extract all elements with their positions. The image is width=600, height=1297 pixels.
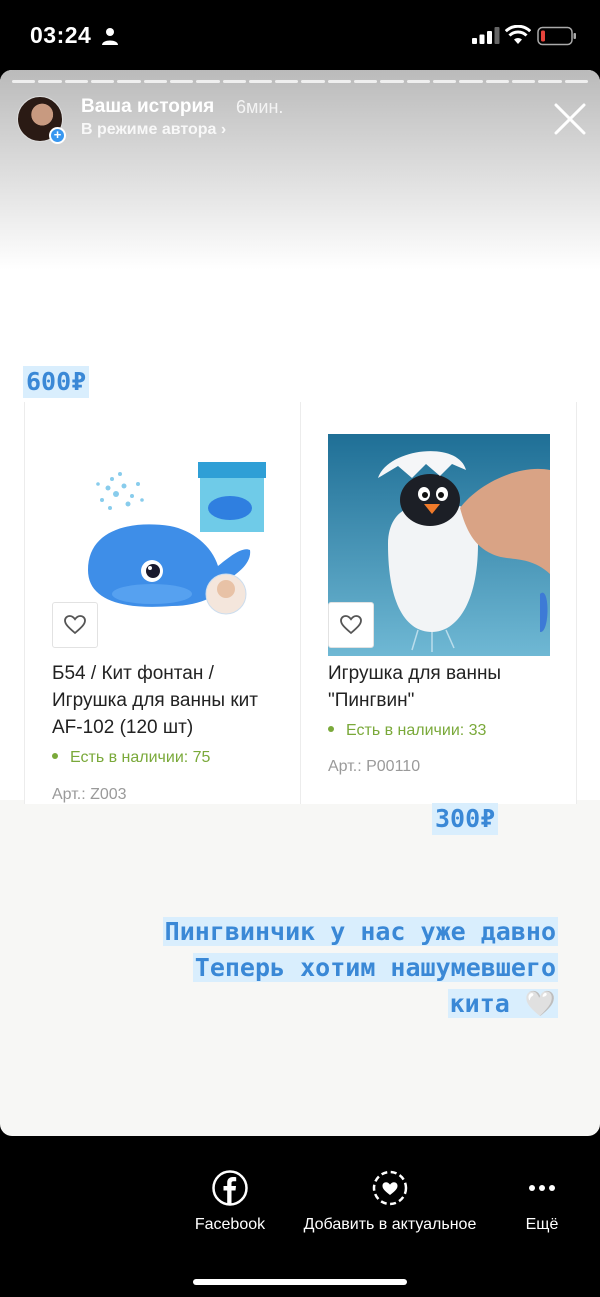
home-indicator[interactable]	[193, 1279, 407, 1285]
stock-status: Есть в наличии: 75	[52, 749, 210, 767]
heart-icon	[64, 615, 86, 635]
caption-line: Теперь хотим нашумевшего	[192, 953, 558, 982]
facebook-label: Facebook	[194, 1216, 266, 1233]
heart-icon	[340, 615, 362, 635]
progress-segment	[564, 80, 588, 83]
progress-segment	[64, 80, 88, 83]
progress-segment	[38, 80, 62, 83]
price-sticker-300: 300₽	[432, 803, 499, 835]
battery-icon	[537, 26, 576, 46]
more-button[interactable]: Ещё	[517, 1170, 567, 1234]
story-caption: Пингвинчик у нас уже давно Теперь хотим …	[162, 914, 558, 1022]
caption-line: кита 🤍	[447, 989, 558, 1018]
progress-segment	[275, 80, 299, 83]
add-story-icon[interactable]: +	[49, 127, 66, 144]
product-sku: Арт.: Z003	[52, 786, 127, 803]
add-to-highlights-button[interactable]: Добавить в актуальное	[293, 1170, 487, 1234]
progress-segment	[406, 80, 430, 83]
status-time: 03:24	[30, 22, 92, 48]
progress-segment	[301, 80, 325, 83]
close-icon[interactable]	[553, 102, 587, 136]
progress-segment	[248, 80, 273, 83]
product-name[interactable]: Б54 / Кит фонтан / Игрушка для ванны кит…	[52, 660, 292, 741]
progress-segment	[327, 80, 352, 83]
progress-segment	[169, 80, 194, 83]
price-sticker-600: 600₽	[23, 366, 90, 398]
progress-segment	[222, 80, 246, 83]
stock-status: Есть в наличии: 33	[328, 722, 486, 740]
stock-label: Есть в наличии: 33	[346, 722, 487, 739]
product-name[interactable]: Игрушка для ванны "Пингвин"	[328, 660, 568, 714]
progress-segment	[538, 80, 562, 83]
progress-segment	[354, 80, 378, 83]
more-dots-icon	[529, 1185, 555, 1191]
progress-segment	[459, 80, 483, 83]
story-time: 6мин.	[236, 97, 284, 117]
story-title[interactable]: Ваша история	[81, 96, 214, 118]
stock-dot-icon	[328, 726, 334, 733]
stock-label: Есть в наличии: 75	[70, 749, 211, 766]
product-sku: Арт.: P00110	[328, 758, 421, 775]
highlight-label: Добавить в актуальное	[303, 1216, 477, 1233]
facebook-share-button[interactable]: Facebook	[190, 1170, 270, 1234]
stock-dot-icon	[52, 753, 58, 760]
signal-icon	[472, 27, 500, 44]
progress-segment	[433, 80, 457, 83]
person-icon	[102, 28, 118, 45]
progress-segment	[143, 80, 167, 83]
story-progress	[12, 80, 588, 83]
more-label: Ещё	[525, 1216, 559, 1233]
wifi-icon	[505, 25, 531, 44]
story-card[interactable]: + Ваша история 6мин. В режиме автора › 6…	[0, 70, 600, 1136]
favorite-button[interactable]	[52, 602, 98, 648]
progress-segment	[117, 80, 141, 83]
progress-segment	[90, 80, 115, 83]
caption-line: Пингвинчик у нас уже давно	[162, 917, 558, 946]
favorite-button[interactable]	[328, 602, 374, 648]
progress-segment	[12, 80, 36, 83]
status-bar: 03:24	[0, 0, 600, 70]
author-mode-link[interactable]: В режиме автора ›	[81, 121, 226, 139]
progress-segment	[485, 80, 509, 83]
product-card-whale: Б54 / Кит фонтан / Игрушка для ванны кит…	[24, 402, 300, 804]
progress-segment	[380, 80, 404, 83]
progress-segment	[511, 80, 536, 83]
highlight-heart-icon	[372, 1170, 408, 1206]
product-card-penguin: Игрушка для ванны "Пингвин" Есть в налич…	[300, 402, 577, 804]
facebook-icon	[212, 1170, 248, 1206]
progress-segment	[196, 80, 220, 83]
